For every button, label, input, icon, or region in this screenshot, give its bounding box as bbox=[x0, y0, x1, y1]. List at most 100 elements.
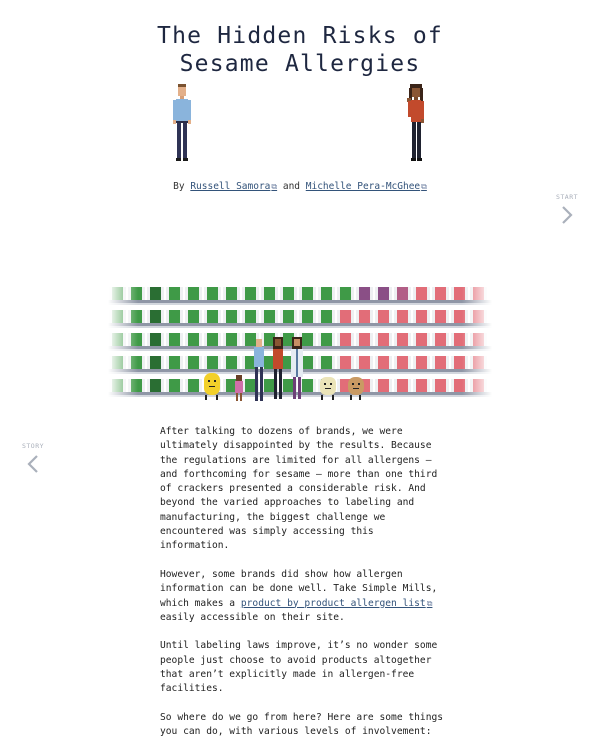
cracker-box bbox=[188, 287, 199, 300]
page-title: The Hidden Risks of Sesame Allergies bbox=[0, 22, 600, 78]
cracker-box bbox=[302, 287, 313, 300]
cracker-box bbox=[321, 287, 332, 300]
page-title-line-2: Sesame Allergies bbox=[179, 51, 421, 77]
cracker-box bbox=[416, 333, 427, 346]
cracker-box bbox=[378, 379, 389, 392]
story-nav-button[interactable]: STORY bbox=[19, 442, 47, 474]
chevron-right-icon bbox=[562, 206, 573, 224]
cracker-box bbox=[283, 310, 294, 323]
cracker-box bbox=[188, 333, 199, 346]
external-link-icon: ⧉ bbox=[421, 182, 427, 191]
cracker-box bbox=[397, 287, 408, 300]
external-link-icon: ⧉ bbox=[271, 182, 278, 191]
woman-illustration bbox=[407, 84, 424, 161]
author-name: Russell Samora bbox=[190, 181, 271, 192]
shelf-board bbox=[108, 300, 492, 303]
cracker-box bbox=[416, 379, 427, 392]
cracker-box bbox=[321, 333, 332, 346]
cracker-box bbox=[435, 333, 446, 346]
cracker-box bbox=[321, 310, 332, 323]
external-link-icon: ⧉ bbox=[426, 598, 433, 608]
cracker-box bbox=[378, 356, 389, 369]
cracker-box bbox=[207, 310, 218, 323]
story-nav-label: STORY bbox=[21, 442, 45, 450]
start-nav-button[interactable]: START bbox=[553, 193, 581, 225]
cracker-box bbox=[169, 333, 180, 346]
cracker-box bbox=[302, 379, 313, 392]
start-nav-label: START bbox=[555, 193, 579, 201]
cracker-box bbox=[397, 333, 408, 346]
paragraph-3: Until labeling laws improve, it’s no won… bbox=[160, 640, 438, 695]
cracker-box bbox=[359, 333, 370, 346]
cracker-box bbox=[416, 310, 427, 323]
author-link-michelle-pera-mcghee[interactable]: Michelle Pera-McGhee⧉ bbox=[306, 181, 427, 192]
cracker-box bbox=[226, 310, 237, 323]
allergen-list-link[interactable]: product by product allergen list⧉ bbox=[241, 598, 433, 609]
cracker-box bbox=[169, 287, 180, 300]
cracker-box bbox=[226, 356, 237, 369]
cracker-box bbox=[264, 287, 275, 300]
author-name: Michelle Pera-McGhee bbox=[305, 181, 421, 192]
cracker-box bbox=[435, 310, 446, 323]
article-body: After talking to dozens of brands, we we… bbox=[160, 425, 448, 754]
cracker-box bbox=[150, 287, 161, 300]
cracker-box bbox=[302, 310, 313, 323]
cracker-shelves-illustration bbox=[108, 283, 492, 413]
cracker-box bbox=[359, 310, 370, 323]
cracker-box bbox=[321, 356, 332, 369]
cracker-box bbox=[435, 379, 446, 392]
cracker-box bbox=[283, 379, 294, 392]
cracker-box bbox=[283, 287, 294, 300]
paragraph-2-text-b: easily accessible on their site. bbox=[160, 611, 345, 623]
cracker-box bbox=[169, 356, 180, 369]
child-illustration bbox=[235, 375, 243, 401]
cracker-box bbox=[435, 356, 446, 369]
cracker-box bbox=[245, 333, 256, 346]
cracker-box bbox=[150, 379, 161, 392]
cracker-box bbox=[245, 287, 256, 300]
byline-conjunction: and bbox=[282, 181, 301, 192]
cracker-box bbox=[169, 310, 180, 323]
byline-prefix: By bbox=[173, 181, 185, 192]
cracker-box bbox=[264, 379, 275, 392]
cracker-box bbox=[397, 356, 408, 369]
cracker-box bbox=[245, 379, 256, 392]
cracker-box bbox=[397, 379, 408, 392]
cracker-box bbox=[416, 287, 427, 300]
cracker-box bbox=[188, 379, 199, 392]
cracker-box bbox=[435, 287, 446, 300]
chevron-left-icon bbox=[27, 455, 38, 473]
cracker-box bbox=[188, 356, 199, 369]
paragraph-1: After talking to dozens of brands, we we… bbox=[160, 426, 438, 552]
cracker-box bbox=[207, 356, 218, 369]
byline: By Russell Samora⧉ and Michelle Pera-McG… bbox=[0, 181, 600, 192]
paragraph-4: So where do we go from here? Here are so… bbox=[160, 711, 444, 738]
cracker-box bbox=[378, 287, 389, 300]
cracker-box bbox=[264, 310, 275, 323]
cracker-box bbox=[245, 310, 256, 323]
cracker-box bbox=[188, 310, 199, 323]
cracker-box bbox=[359, 356, 370, 369]
cracker-box bbox=[207, 333, 218, 346]
cracker-box bbox=[302, 356, 313, 369]
cracker-box bbox=[169, 379, 180, 392]
cracker-box bbox=[340, 356, 351, 369]
page-title-line-1: The Hidden Risks of bbox=[157, 23, 443, 49]
shelf-board bbox=[108, 323, 492, 326]
cracker-box bbox=[226, 333, 237, 346]
cracker-box bbox=[207, 287, 218, 300]
author-link-russell-samora[interactable]: Russell Samora⧉ bbox=[190, 181, 277, 192]
man-illustration bbox=[173, 84, 191, 161]
cracker-box bbox=[340, 310, 351, 323]
cracker-box bbox=[150, 310, 161, 323]
cracker-box bbox=[397, 310, 408, 323]
cracker-box bbox=[359, 287, 370, 300]
cracker-box bbox=[226, 287, 237, 300]
cracker-box bbox=[378, 310, 389, 323]
cracker-box bbox=[150, 356, 161, 369]
cracker-box bbox=[302, 333, 313, 346]
cracker-box bbox=[340, 333, 351, 346]
cracker-box bbox=[378, 333, 389, 346]
cracker-box bbox=[416, 356, 427, 369]
cracker-box bbox=[150, 333, 161, 346]
